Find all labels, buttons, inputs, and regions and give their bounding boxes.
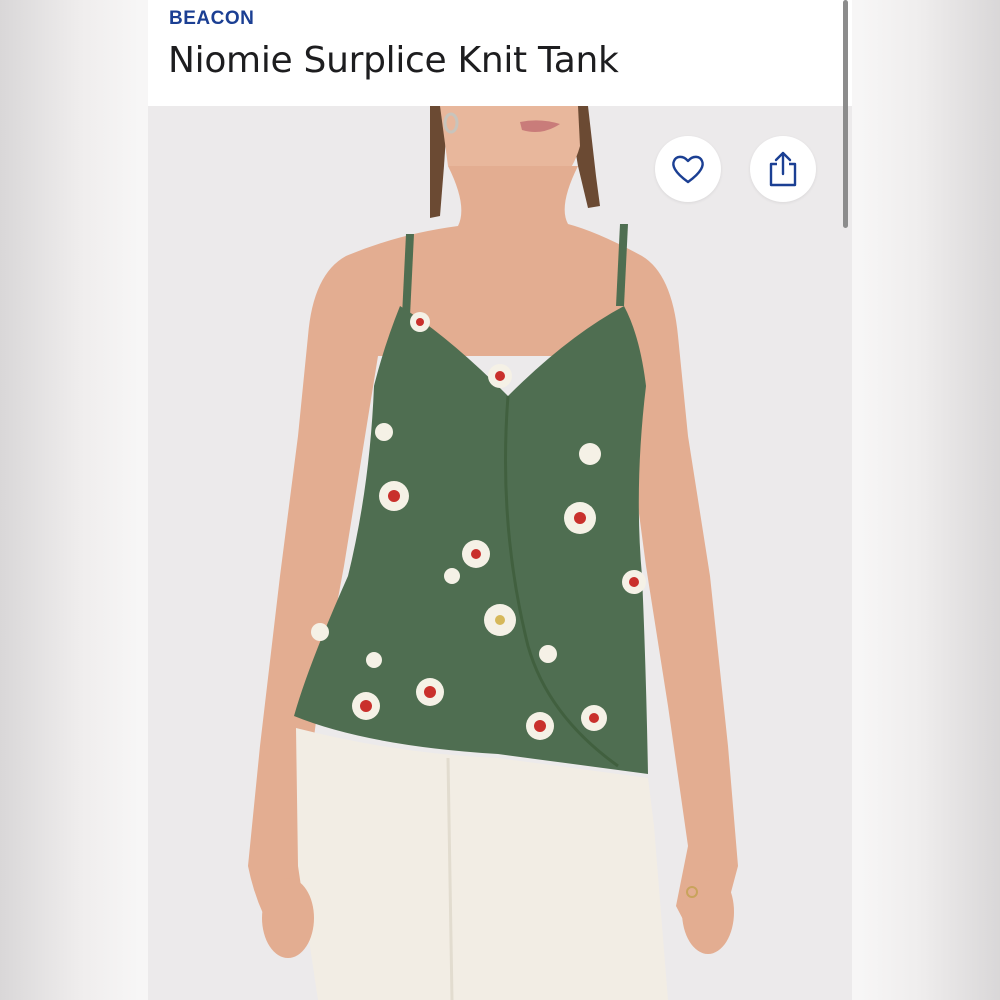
product-screen: BEACON Niomie Surplice Knit Tank (148, 0, 852, 1000)
left-hand (262, 878, 314, 958)
product-header: BEACON Niomie Surplice Knit Tank (148, 0, 852, 106)
product-image[interactable] (148, 106, 852, 1000)
scrollbar[interactable] (843, 0, 848, 228)
right-hand (682, 870, 734, 954)
share-button[interactable] (750, 136, 816, 202)
product-title: Niomie Surplice Knit Tank (168, 40, 619, 81)
brand-name[interactable]: BEACON (169, 8, 254, 30)
favorite-button[interactable] (655, 136, 721, 202)
heart-icon (672, 155, 704, 184)
product-photo-illustration (248, 106, 738, 1000)
share-icon (769, 151, 797, 187)
